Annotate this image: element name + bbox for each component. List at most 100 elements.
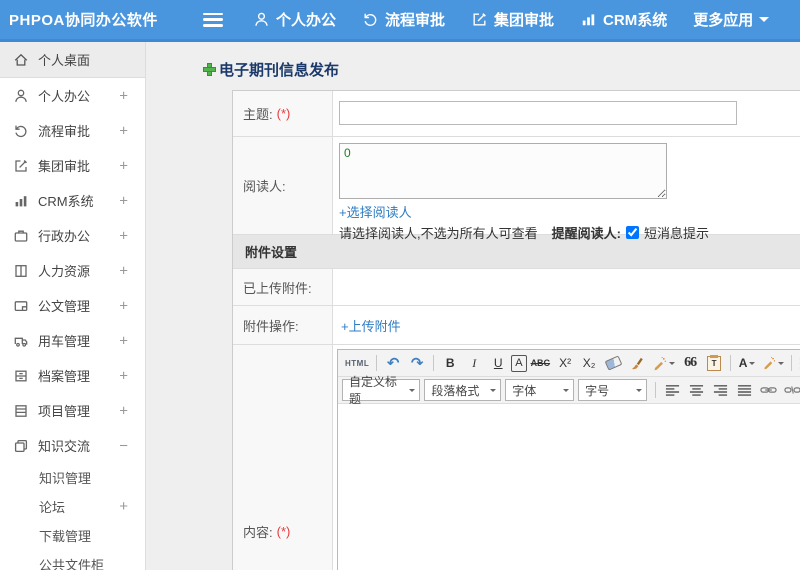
top-navbar: PHPOA协同办公软件 个人办公 流程审批 集团审批 CRM系统 更多应用 bbox=[0, 0, 800, 42]
subscript-button[interactable]: X₂ bbox=[578, 353, 600, 374]
undo-icon[interactable]: ↶ bbox=[382, 353, 404, 374]
html-source-button[interactable]: HTML bbox=[343, 353, 371, 374]
select-readers-link[interactable]: +选择阅读人 bbox=[339, 205, 412, 220]
insert-link-icon[interactable] bbox=[757, 380, 779, 401]
sidebar-item-vehicle-management[interactable]: 用车管理 + bbox=[0, 323, 145, 358]
editor-content-area[interactable] bbox=[338, 404, 800, 570]
underline-button[interactable]: U bbox=[487, 353, 509, 374]
align-left-icon[interactable] bbox=[661, 380, 683, 401]
font-family-select[interactable]: 字体 bbox=[505, 379, 575, 401]
editor-toolbar-row-1: HTML ↶ ↷ B I U A ABC X² X₂ 66 T A bbox=[338, 350, 800, 377]
upload-attachment-link[interactable]: +上传附件 bbox=[341, 316, 401, 335]
collapse-toggle[interactable]: − bbox=[119, 437, 128, 454]
chart-icon bbox=[580, 11, 597, 28]
readers-textarea[interactable]: 0 bbox=[339, 143, 667, 199]
briefcase-icon bbox=[13, 228, 29, 244]
format-brush-icon[interactable] bbox=[626, 353, 648, 374]
sidebar: 个人桌面 个人办公 + 流程审批 + 集团审批 + CRM系统 + 行政办公 + bbox=[0, 42, 146, 570]
topnav-label: CRM系统 bbox=[603, 12, 668, 29]
font-color-button[interactable]: A bbox=[736, 353, 758, 374]
font-family-label: 字体 bbox=[512, 383, 537, 398]
superscript-button[interactable]: X² bbox=[554, 353, 576, 374]
readers-hint-text: 请选择阅读人,不选为所有人可查看 bbox=[339, 226, 538, 241]
topnav-more-apps[interactable]: 更多应用 bbox=[693, 9, 770, 30]
blockquote-button[interactable]: 66 bbox=[679, 353, 701, 374]
remove-link-icon[interactable] bbox=[781, 380, 800, 401]
readers-row: 阅读人: 0 +选择阅读人 请选择阅读人,不选为所有人可查看 提醒阅读人: 短消… bbox=[233, 137, 800, 241]
sidebar-subitem-public-file-cabinet[interactable]: 公共文件柜 bbox=[0, 550, 145, 570]
expand-toggle[interactable]: + bbox=[119, 192, 128, 209]
sidebar-item-archive-management[interactable]: 档案管理 + bbox=[0, 358, 145, 393]
subject-input[interactable] bbox=[339, 101, 737, 125]
redo-icon[interactable]: ↷ bbox=[406, 353, 428, 374]
app-logo: PHPOA协同办公软件 bbox=[9, 12, 158, 29]
eraser-icon[interactable] bbox=[602, 353, 624, 374]
sidebar-item-label: 知识交流 bbox=[38, 439, 91, 454]
topnav-crm-system[interactable]: CRM系统 bbox=[580, 9, 667, 30]
sidebar-item-admin-office[interactable]: 行政办公 + bbox=[0, 218, 145, 253]
paragraph-format-select[interactable]: 段落格式 bbox=[424, 379, 502, 401]
sidebar-item-workflow-approval[interactable]: 流程审批 + bbox=[0, 113, 145, 148]
sms-remind-label: 短消息提示 bbox=[643, 226, 709, 241]
align-center-icon[interactable] bbox=[685, 380, 707, 401]
sidebar-subitem-label: 下载管理 bbox=[39, 529, 92, 544]
expand-toggle[interactable]: + bbox=[119, 157, 128, 174]
chevron-down-icon bbox=[563, 389, 570, 395]
strikethrough-button[interactable]: ABC bbox=[529, 353, 553, 374]
plus-icon bbox=[203, 63, 216, 76]
publish-form: 主题: (*) 阅读人: 0 +选择阅读人 请选择阅读人,不选为所有人可查看 提… bbox=[232, 90, 800, 570]
app-window: PHPOA协同办公软件 个人办公 流程审批 集团审批 CRM系统 更多应用 个人… bbox=[0, 0, 800, 570]
expand-toggle[interactable]: + bbox=[119, 87, 128, 104]
hamburger-menu-icon[interactable] bbox=[203, 12, 223, 27]
rich-text-editor: HTML ↶ ↷ B I U A ABC X² X₂ 66 T A 自定义标题 … bbox=[337, 349, 800, 570]
align-right-icon[interactable] bbox=[709, 380, 731, 401]
layers-icon bbox=[13, 438, 29, 454]
expand-toggle[interactable]: + bbox=[119, 262, 128, 279]
toolbar-separator bbox=[791, 355, 793, 371]
sidebar-subitem-forum[interactable]: 论坛 + bbox=[0, 492, 145, 521]
sidebar-item-crm-system[interactable]: CRM系统 + bbox=[0, 183, 145, 218]
expand-toggle[interactable]: + bbox=[119, 367, 128, 384]
expand-toggle[interactable]: + bbox=[119, 297, 128, 314]
topnav-label: 更多应用 bbox=[693, 12, 754, 29]
expand-toggle[interactable]: + bbox=[119, 122, 128, 139]
italic-button[interactable]: I bbox=[463, 353, 485, 374]
custom-heading-select[interactable]: 自定义标题 bbox=[342, 375, 421, 406]
topnav-personal-office[interactable]: 个人办公 bbox=[253, 9, 336, 30]
sidebar-item-document-management[interactable]: 公文管理 + bbox=[0, 288, 145, 323]
readers-field-cell: 0 +选择阅读人 请选择阅读人,不选为所有人可查看 提醒阅读人: 短消息提示 bbox=[333, 137, 800, 241]
sidebar-item-human-resources[interactable]: 人力资源 + bbox=[0, 253, 145, 288]
sidebar-item-project-management[interactable]: 项目管理 + bbox=[0, 393, 145, 428]
expand-toggle[interactable]: + bbox=[119, 332, 128, 349]
paste-icon[interactable]: T bbox=[703, 353, 725, 374]
sidebar-item-knowledge-exchange[interactable]: 知识交流 − bbox=[0, 428, 145, 463]
topnav-group-approval[interactable]: 集团审批 bbox=[471, 9, 554, 30]
sidebar-item-personal-office[interactable]: 个人办公 + bbox=[0, 78, 145, 113]
expand-toggle[interactable]: + bbox=[119, 227, 128, 244]
sidebar-item-group-approval[interactable]: 集团审批 + bbox=[0, 148, 145, 183]
chart-icon bbox=[13, 193, 29, 209]
font-size-select[interactable]: 字号 bbox=[578, 379, 648, 401]
font-style-box-button[interactable]: A bbox=[511, 354, 527, 372]
sidebar-item-label: 档案管理 bbox=[38, 369, 91, 384]
expand-toggle[interactable]: + bbox=[119, 402, 128, 419]
content-field-cell: HTML ↶ ↷ B I U A ABC X² X₂ 66 T A 自定义标题 … bbox=[333, 345, 800, 570]
highlight-pen-icon[interactable] bbox=[760, 353, 786, 374]
align-justify-icon[interactable] bbox=[733, 380, 755, 401]
sms-remind-checkbox[interactable] bbox=[625, 226, 639, 239]
sidebar-subitem-label: 公共文件柜 bbox=[39, 558, 105, 570]
uploaded-field-cell bbox=[333, 269, 800, 305]
sidebar-item-personal-desktop[interactable]: 个人桌面 bbox=[0, 42, 145, 78]
cycle-icon bbox=[362, 11, 379, 28]
uploaded-attachments-label: 已上传附件: bbox=[243, 280, 312, 296]
subject-row: 主题: (*) bbox=[233, 91, 800, 137]
sidebar-item-label: 个人办公 bbox=[38, 89, 91, 104]
sidebar-subitem-knowledge-management[interactable]: 知识管理 bbox=[0, 463, 145, 492]
top-nav: 个人办公 流程审批 集团审批 CRM系统 更多应用 bbox=[253, 9, 770, 30]
autoformat-wand-icon[interactable] bbox=[650, 353, 677, 374]
toolbar-separator bbox=[433, 355, 435, 371]
bold-button[interactable]: B bbox=[439, 353, 461, 374]
topnav-workflow-approval[interactable]: 流程审批 bbox=[362, 9, 445, 30]
sidebar-subitem-download-management[interactable]: 下载管理 bbox=[0, 521, 145, 550]
expand-toggle[interactable]: + bbox=[119, 498, 128, 515]
